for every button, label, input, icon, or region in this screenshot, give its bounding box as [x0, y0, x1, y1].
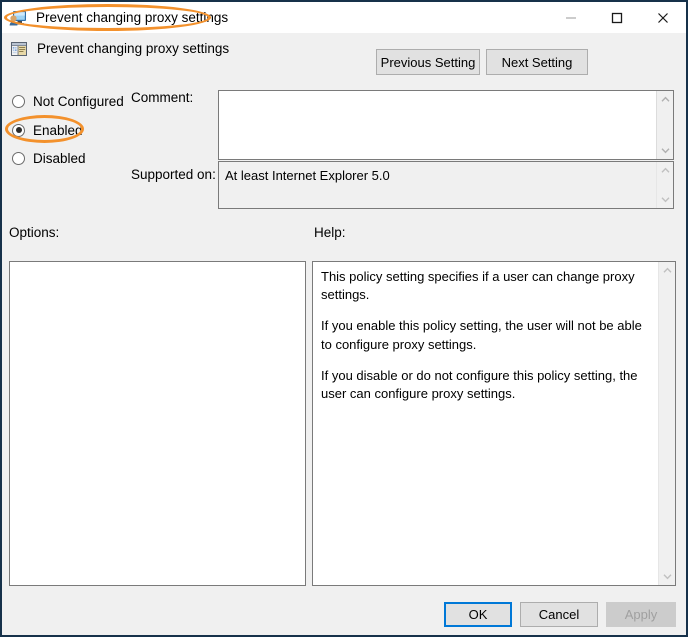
help-label: Help: [314, 225, 346, 240]
radio-mark-disabled [12, 151, 25, 165]
next-setting-button[interactable]: Next Setting [486, 49, 588, 75]
radio-label-not-configured: Not Configured [33, 93, 124, 109]
title-bar: Prevent changing proxy settings [2, 2, 686, 33]
radio-label-disabled: Disabled [33, 150, 86, 166]
help-panel: This policy setting specifies if a user … [312, 261, 676, 586]
help-paragraph-3: If you disable or do not configure this … [321, 367, 638, 401]
apply-button: Apply [606, 602, 676, 627]
radio-mark-enabled [12, 123, 25, 137]
help-scrollbar[interactable] [658, 262, 675, 585]
window-controls [548, 2, 686, 33]
scroll-down-icon[interactable] [657, 142, 674, 159]
supported-on-field: At least Internet Explorer 5.0 [218, 161, 674, 209]
scroll-up-icon[interactable] [657, 91, 674, 108]
supported-on-label: Supported on: [131, 167, 216, 182]
radio-not-configured[interactable]: Not Configured [12, 91, 124, 111]
radio-disabled[interactable]: Disabled [12, 148, 86, 168]
radio-mark-not-configured [12, 94, 25, 108]
options-content [10, 262, 305, 274]
minimize-icon[interactable] [548, 2, 594, 33]
supported-on-value: At least Internet Explorer 5.0 [225, 168, 390, 183]
cancel-button[interactable]: Cancel [520, 602, 598, 627]
comment-scrollbar[interactable] [656, 91, 673, 159]
policy-setting-dialog: Prevent changing proxy settings Prevent … [0, 0, 688, 637]
radio-enabled[interactable]: Enabled [12, 120, 83, 140]
help-paragraph-2: If you enable this policy setting, the u… [321, 318, 642, 352]
radio-label-enabled: Enabled [33, 122, 83, 138]
comment-label: Comment: [131, 90, 194, 105]
close-icon[interactable] [640, 2, 686, 33]
options-label: Options: [9, 225, 60, 240]
scroll-down-icon[interactable] [659, 568, 676, 585]
scroll-up-icon[interactable] [657, 162, 674, 179]
scroll-down-icon[interactable] [657, 191, 674, 208]
scroll-up-icon[interactable] [659, 262, 676, 279]
previous-setting-button[interactable]: Previous Setting [376, 49, 480, 75]
help-text: This policy setting specifies if a user … [313, 262, 658, 585]
options-panel[interactable] [9, 261, 306, 586]
comment-input[interactable] [218, 90, 674, 160]
maximize-icon[interactable] [594, 2, 640, 33]
help-paragraph-1: This policy setting specifies if a user … [321, 269, 635, 303]
comment-value[interactable] [219, 91, 656, 159]
ok-button[interactable]: OK [444, 602, 512, 627]
window-title: Prevent changing proxy settings [36, 10, 229, 25]
setting-name-label: Prevent changing proxy settings [37, 41, 230, 56]
supported-on-scrollbar[interactable] [656, 162, 673, 208]
group-policy-setting-icon [9, 39, 29, 59]
computer-monitor-icon [8, 8, 28, 28]
